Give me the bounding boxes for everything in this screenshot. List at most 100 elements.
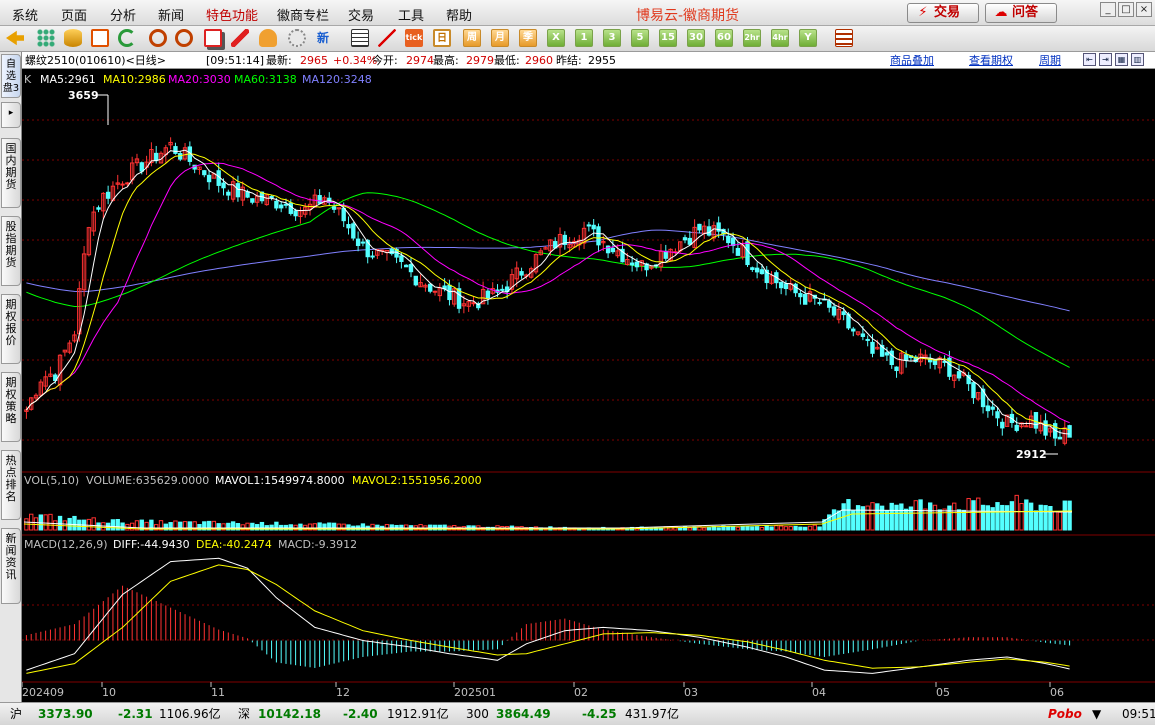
candle-body — [105, 191, 111, 199]
trade-button[interactable]: ⚡ 交易 — [907, 3, 979, 23]
volume-bar — [1019, 503, 1024, 531]
volume-bar — [57, 515, 63, 531]
menu-special-features[interactable]: 特色功能 — [206, 5, 258, 24]
volume-bar — [966, 498, 971, 531]
shrink-icon[interactable]: ⇤ — [1083, 53, 1096, 66]
menu-page[interactable]: 页面 — [61, 5, 87, 24]
view-options-link[interactable]: 查看期权 — [969, 53, 1013, 68]
table-icon[interactable] — [351, 29, 369, 47]
new-badge-icon[interactable]: 新 — [314, 29, 332, 47]
menu-analysis[interactable]: 分析 — [110, 5, 136, 24]
period-daily[interactable]: 日 — [433, 29, 451, 47]
volume-bar — [1052, 511, 1058, 531]
menu-trade[interactable]: 交易 — [348, 5, 374, 24]
volume-bar — [932, 504, 938, 531]
volume-bar — [91, 517, 96, 531]
ask-button[interactable]: ☁ 问答 — [985, 3, 1057, 23]
period-quarterly[interactable]: 季 — [519, 29, 537, 47]
idx300-change: -4.25 — [582, 707, 617, 721]
menu-help[interactable]: 帮助 — [446, 5, 472, 24]
gear-settings-icon[interactable] — [288, 29, 306, 47]
volume-bar — [764, 525, 769, 531]
tab-watchlist[interactable]: 自选盘3 — [1, 54, 21, 98]
candle-body — [1057, 436, 1063, 440]
period-weekly[interactable]: 周 — [463, 29, 481, 47]
volume-bar — [86, 518, 92, 531]
tab-domestic-futures[interactable]: 国内期货 — [1, 138, 21, 208]
menu-tools[interactable]: 工具 — [398, 5, 424, 24]
expand-icon[interactable]: ⇥ — [1099, 53, 1112, 66]
overlay-commodity-link[interactable]: 商品叠加 — [890, 53, 934, 68]
period-x[interactable]: X — [547, 29, 565, 47]
tab-options-strategy[interactable]: 期权策略 — [1, 372, 21, 442]
candle-body — [154, 152, 159, 162]
high-label: 最高: — [433, 54, 459, 67]
period-60min[interactable]: 60 — [715, 29, 733, 47]
tab-collapse-arrow[interactable]: ▸ — [1, 102, 21, 128]
candle-body — [96, 207, 101, 210]
close-button[interactable]: × — [1136, 2, 1152, 17]
pobo-logo: Pobo — [1048, 707, 1082, 721]
menu-news[interactable]: 新闻 — [158, 5, 184, 24]
period-15min[interactable]: 15 — [659, 29, 677, 47]
database-icon[interactable] — [64, 29, 82, 47]
tab-options-quotes[interactable]: 期权报价 — [1, 294, 21, 364]
menu-system[interactable]: 系统 — [12, 5, 38, 24]
volume-bar — [1004, 505, 1010, 531]
candle-body — [793, 283, 798, 294]
zoom-out-icon[interactable] — [175, 29, 193, 47]
period-monthly[interactable]: 月 — [491, 29, 509, 47]
period-4hr[interactable]: 4hr — [771, 29, 789, 47]
candle-body — [596, 226, 601, 246]
volume-bar — [961, 509, 967, 531]
period-5min[interactable]: 5 — [631, 29, 649, 47]
period-2hr[interactable]: 2hr — [743, 29, 761, 47]
volume-bar — [976, 497, 981, 531]
volume-bar — [817, 526, 822, 531]
refresh-icon[interactable] — [118, 29, 136, 47]
panel-layout-icon[interactable]: ▥ — [1131, 53, 1144, 66]
zoom-in-icon[interactable] — [149, 29, 167, 47]
maximize-button[interactable]: □ — [1118, 2, 1134, 17]
tab-hot-ranking[interactable]: 热点排名 — [1, 450, 21, 520]
back-arrow-icon[interactable] — [6, 30, 24, 46]
tick-chart-icon[interactable]: tick — [405, 29, 423, 47]
calendar-icon[interactable] — [91, 29, 109, 47]
window-icon[interactable] — [204, 29, 222, 47]
candle-body — [827, 300, 832, 308]
vol-legend: VOL(5,10) — [24, 474, 79, 487]
x-tick-label: 202501 — [454, 686, 496, 699]
volume-bar — [889, 502, 894, 531]
volume-bar — [706, 527, 712, 531]
x-tick-label: 02 — [574, 686, 588, 699]
candle-body — [500, 288, 505, 291]
period-year[interactable]: Y — [799, 29, 817, 47]
minimize-button[interactable]: _ — [1100, 2, 1116, 17]
alarm-bell-icon[interactable] — [259, 29, 277, 47]
grid-layout-icon[interactable]: ▦ — [1115, 53, 1128, 66]
volume-bar — [928, 502, 933, 531]
volume-bar — [1028, 502, 1034, 531]
volume-bar — [778, 525, 784, 531]
period-1min[interactable]: 1 — [575, 29, 593, 47]
volume-bar — [33, 517, 39, 531]
tab-news[interactable]: 新闻资讯 — [1, 528, 21, 604]
list-icon[interactable] — [835, 29, 853, 47]
period-link[interactable]: 周期 — [1039, 53, 1061, 68]
candle-body — [586, 224, 592, 227]
kline-chart[interactable]: K MA5:2961 MA10:2986 MA20:3030 MA60:3138… — [22, 70, 1155, 702]
pencil-icon[interactable] — [231, 29, 249, 47]
candle-body — [293, 210, 298, 217]
open-label: 今开: — [372, 54, 398, 67]
x-tick-label: 05 — [936, 686, 950, 699]
line-chart-icon[interactable] — [378, 29, 396, 47]
dotted-grid-icon[interactable] — [37, 29, 55, 47]
period-3min[interactable]: 3 — [603, 29, 621, 47]
volume-bar — [783, 526, 789, 531]
tab-index-futures[interactable]: 股指期货 — [1, 216, 21, 286]
volume-bar — [836, 510, 842, 531]
menu-huishang-column[interactable]: 徽商专栏 — [277, 5, 329, 24]
volume-bar — [110, 519, 116, 531]
candle-body — [985, 405, 991, 412]
period-30min[interactable]: 30 — [687, 29, 705, 47]
